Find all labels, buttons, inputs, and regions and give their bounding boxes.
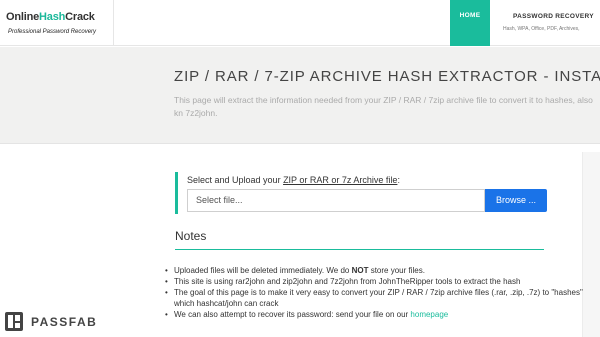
logo-tagline: Professional Password Recovery xyxy=(8,29,97,35)
logo[interactable]: OnlineHashCrack Professional Password Re… xyxy=(0,0,114,46)
logo-part-crack: Crack xyxy=(65,11,95,23)
homepage-link[interactable]: homepage xyxy=(410,310,448,319)
nav-password-recovery-label: PASSWORD RECOVERY xyxy=(513,13,594,20)
upload-label-link: ZIP or RAR or 7z Archive file xyxy=(283,175,398,185)
passfab-logo-icon xyxy=(5,312,23,331)
watermark-text: PASSFAB xyxy=(31,315,98,329)
page: OnlineHashCrack Professional Password Re… xyxy=(0,0,600,337)
upload-label-prefix: Select and Upload your xyxy=(187,175,284,185)
file-input[interactable]: Select file... xyxy=(187,189,485,212)
logo-part-hash: Hash xyxy=(39,11,66,23)
upload-label: Select and Upload your ZIP or RAR or 7z … xyxy=(187,175,400,185)
nav-password-recovery-subtitle: Hash, WPA, Office, PDF, Archives, xyxy=(503,26,580,32)
page-title: ZIP / RAR / 7-ZIP ARCHIVE HASH EXTRACTOR… xyxy=(174,68,600,85)
sidebar-strip xyxy=(582,152,600,337)
notes-list: Uploaded files will be deleted immediate… xyxy=(164,265,584,320)
browse-button[interactable]: Browse ... xyxy=(485,189,547,212)
note-item: Uploaded files will be deleted immediate… xyxy=(164,265,584,276)
nav-home[interactable]: HOME xyxy=(450,0,490,46)
page-description: This page will extract the information n… xyxy=(174,95,593,118)
note-bold: NOT xyxy=(351,266,369,275)
nav-password-recovery[interactable]: PASSWORD RECOVERY Hash, WPA, Office, PDF… xyxy=(500,0,600,46)
hero-banner: ZIP / RAR / 7-ZIP ARCHIVE HASH EXTRACTOR… xyxy=(0,47,600,144)
notes-divider xyxy=(175,249,544,250)
logo-title: OnlineHashCrack xyxy=(6,11,95,23)
note-item: This site is using rar2john and zip2john… xyxy=(164,276,584,287)
note-item: We can also attempt to recover its passw… xyxy=(164,309,584,320)
note-text: store your files. xyxy=(368,266,425,275)
notes-heading: Notes xyxy=(175,229,207,243)
site-header: OnlineHashCrack Professional Password Re… xyxy=(0,0,600,46)
upload-section: Select and Upload your ZIP or RAR or 7z … xyxy=(175,172,547,214)
logo-part-online: Online xyxy=(6,11,40,23)
note-text: We can also attempt to recover its passw… xyxy=(174,310,411,319)
note-text: Uploaded files will be deleted immediate… xyxy=(174,266,352,275)
note-item: The goal of this page is to make it very… xyxy=(164,287,584,309)
upload-label-suffix: : xyxy=(397,175,400,185)
